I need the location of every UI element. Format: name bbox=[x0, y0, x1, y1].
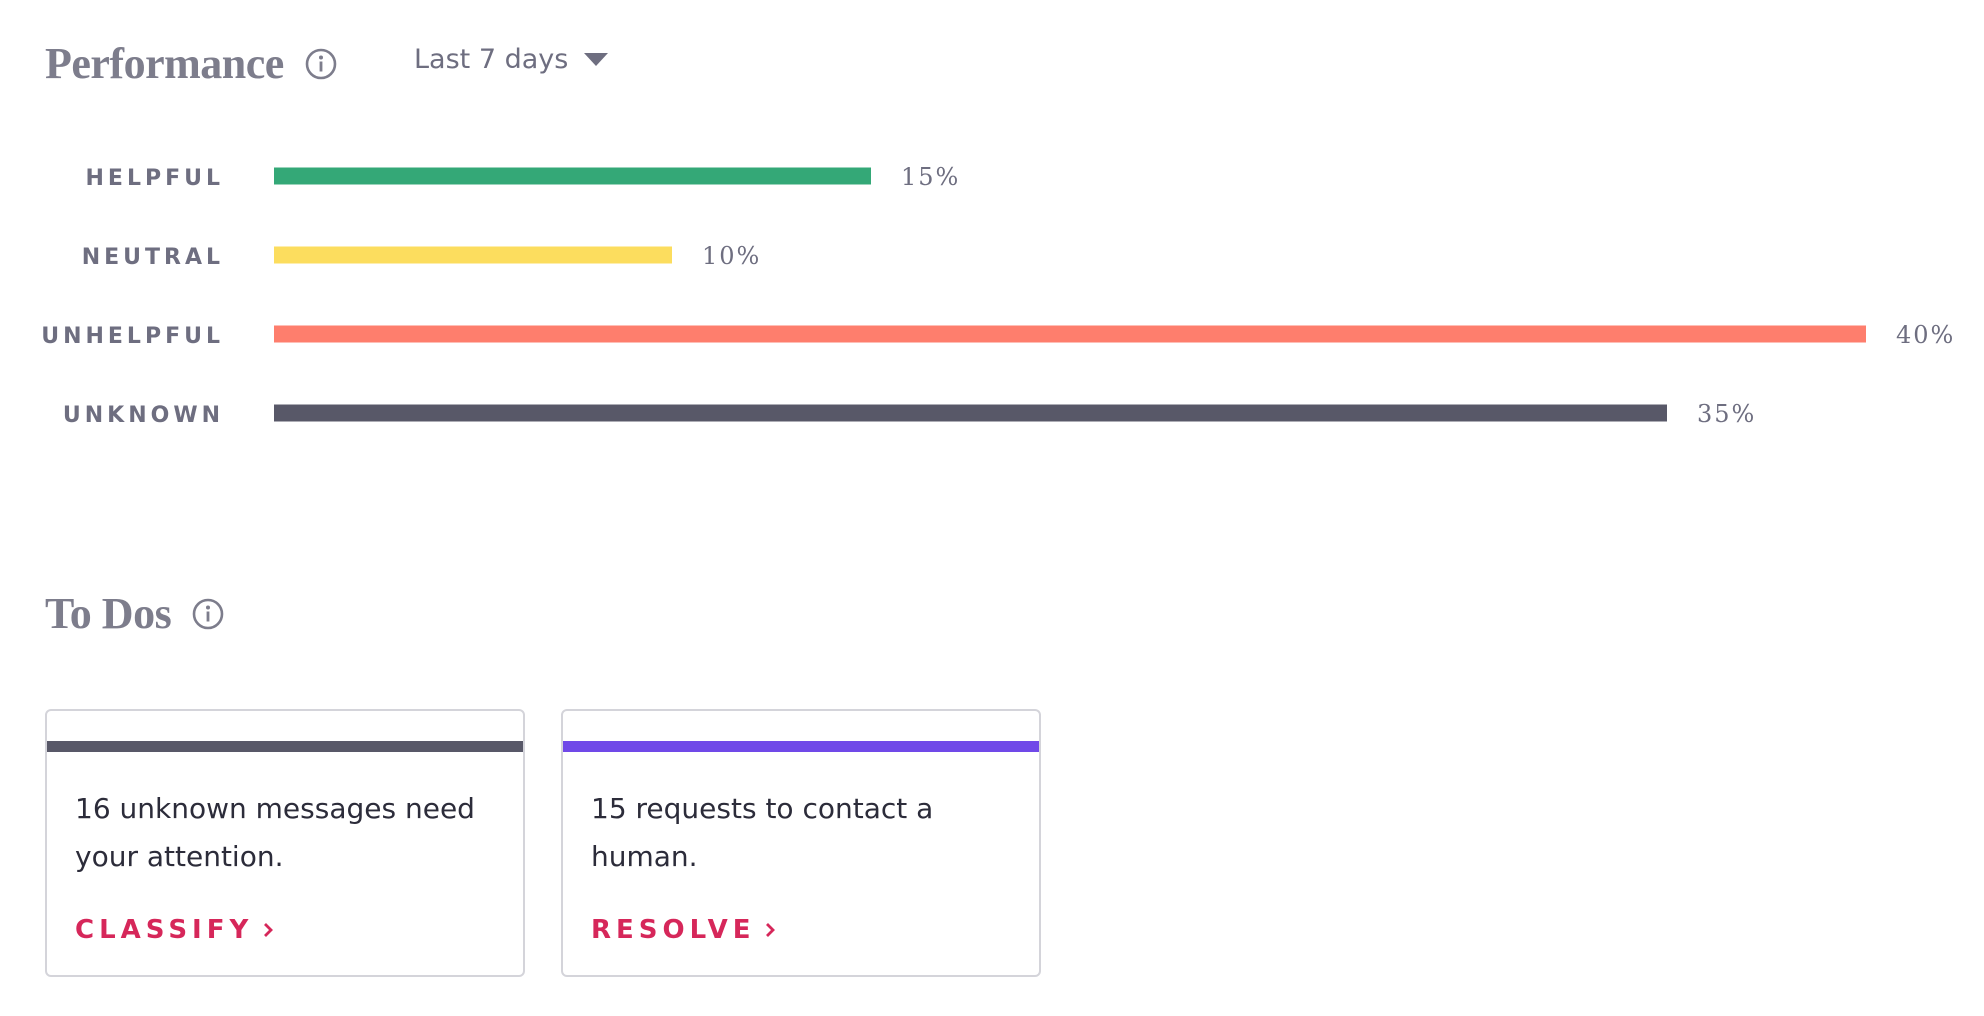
chevron-right-icon bbox=[261, 921, 275, 939]
todo-card-unknown-messages: 16 unknown messages need your attention.… bbox=[45, 709, 525, 977]
resolve-link-label: RESOLVE bbox=[591, 915, 756, 945]
performance-bar-chart: HELPFUL 15% NEUTRAL 10% UNHELPFUL 40% UNKNOWN 3… bbox=[41, 163, 1955, 428]
bar-label-unknown: UNKNOWN bbox=[63, 403, 224, 428]
date-range-value: Last 7 days bbox=[414, 44, 569, 75]
card-accent-bar bbox=[47, 741, 523, 752]
bar-unknown bbox=[274, 404, 1667, 422]
todo-card-text: 16 unknown messages need your attention. bbox=[75, 792, 475, 873]
date-range-dropdown[interactable]: Last 7 days bbox=[414, 44, 609, 75]
info-icon[interactable] bbox=[191, 597, 225, 631]
bar-label-unhelpful: UNHELPFUL bbox=[41, 324, 224, 349]
bar-value-neutral: 10% bbox=[702, 242, 761, 270]
card-accent-bar bbox=[563, 741, 1039, 752]
todo-cards: 16 unknown messages need your attention.… bbox=[45, 709, 1041, 977]
performance-header: Performance bbox=[45, 36, 338, 92]
performance-title: Performance bbox=[45, 39, 284, 88]
chevron-right-icon bbox=[763, 921, 777, 939]
classify-link-label: CLASSIFY bbox=[75, 915, 254, 945]
classify-link[interactable]: CLASSIFY bbox=[75, 915, 275, 945]
bar-value-unknown: 35% bbox=[1697, 400, 1756, 428]
bar-label-helpful: HELPFUL bbox=[86, 166, 225, 191]
todos-title: To Dos bbox=[45, 589, 172, 638]
info-icon[interactable] bbox=[304, 47, 338, 81]
resolve-link[interactable]: RESOLVE bbox=[591, 915, 777, 945]
bar-unhelpful bbox=[274, 325, 1866, 343]
bar-helpful bbox=[274, 167, 871, 185]
caret-down-icon bbox=[584, 52, 609, 67]
todo-card-text: 15 requests to contact a human. bbox=[591, 792, 934, 873]
bar-value-helpful: 15% bbox=[901, 163, 960, 191]
bar-neutral bbox=[274, 246, 672, 264]
todo-card-contact-human: 15 requests to contact a human. RESOLVE bbox=[561, 709, 1041, 977]
bar-value-unhelpful: 40% bbox=[1896, 321, 1955, 349]
performance-chart: HELPFUL 15% NEUTRAL 10% UNHELPFUL 40% UNKNOWN 3… bbox=[0, 150, 1984, 450]
todos-header: To Dos bbox=[45, 586, 225, 642]
bar-label-neutral: NEUTRAL bbox=[82, 245, 224, 270]
